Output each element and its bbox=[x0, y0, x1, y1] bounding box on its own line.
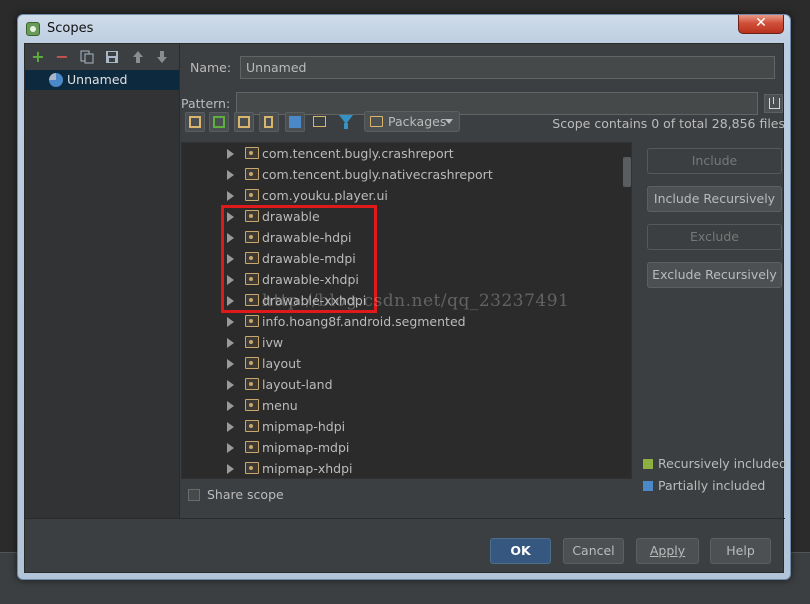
share-scope-label: Share scope bbox=[207, 487, 284, 502]
title-bar[interactable]: Scopes ✕ bbox=[18, 15, 790, 43]
tree-row[interactable]: mipmap-mdpi bbox=[182, 437, 631, 458]
legend-swatch-green bbox=[643, 459, 653, 469]
tree-row-label: com.tencent.bugly.crashreport bbox=[262, 146, 454, 161]
cancel-button[interactable]: Cancel bbox=[563, 538, 624, 564]
tree-row-label: mipmap-xhdpi bbox=[262, 461, 353, 476]
tree-row[interactable]: com.tencent.bugly.nativecrashreport bbox=[182, 164, 631, 185]
copy-icon[interactable] bbox=[80, 50, 94, 64]
share-scope-checkbox[interactable] bbox=[188, 489, 200, 501]
package-folder-icon bbox=[245, 462, 259, 474]
watermark: http://blog.csdn.net/qq_23237491 bbox=[262, 291, 570, 311]
dialog-content: + − Unnamed Name: Unnamed Pattern: Packa… bbox=[24, 43, 787, 573]
filter-icon[interactable] bbox=[339, 115, 353, 129]
package-folder-icon bbox=[245, 147, 259, 159]
tree-row-label: com.tencent.bugly.nativecrashreport bbox=[262, 167, 493, 182]
packages-folder-icon bbox=[370, 116, 383, 127]
expand-arrow-icon[interactable] bbox=[227, 401, 234, 411]
tree-row[interactable]: com.youku.player.ui bbox=[182, 185, 631, 206]
add-icon[interactable]: + bbox=[31, 49, 45, 65]
expand-arrow-icon[interactable] bbox=[227, 359, 234, 369]
save-icon[interactable] bbox=[105, 50, 119, 64]
tree-row-label: info.hoang8f.android.segmented bbox=[262, 314, 466, 329]
move-up-icon[interactable] bbox=[131, 50, 145, 64]
package-folder-icon bbox=[245, 378, 259, 390]
move-down-icon[interactable] bbox=[155, 50, 169, 64]
android-studio-icon bbox=[26, 22, 40, 36]
include-button[interactable]: Include bbox=[647, 148, 782, 174]
tree-row-label: com.youku.player.ui bbox=[262, 188, 388, 203]
show-module-groups-icon[interactable] bbox=[234, 112, 254, 132]
tree-row-label: ivw bbox=[262, 335, 284, 350]
name-label: Name: bbox=[190, 60, 232, 75]
flatten-packages-icon[interactable] bbox=[185, 112, 205, 132]
tree-row-label: mipmap-hdpi bbox=[262, 419, 346, 434]
exclude-button[interactable]: Exclude bbox=[647, 224, 782, 250]
tree-row-label: layout-land bbox=[262, 377, 333, 392]
tree-row[interactable]: com.tencent.bugly.crashreport bbox=[182, 143, 631, 164]
tree-row[interactable]: menu bbox=[182, 395, 631, 416]
footer-divider bbox=[25, 518, 785, 519]
window-title: Scopes bbox=[47, 21, 94, 36]
scope-icon bbox=[49, 73, 63, 87]
packages-dropdown[interactable]: Packages bbox=[364, 111, 460, 132]
package-folder-icon bbox=[245, 168, 259, 180]
legend-recursive-label: Recursively included bbox=[658, 456, 787, 471]
exclude-recursively-button[interactable]: Exclude Recursively bbox=[647, 262, 782, 288]
tree-row[interactable]: mipmap-xhdpi bbox=[182, 458, 631, 478]
tree-row-label: mipmap-mdpi bbox=[262, 440, 350, 455]
scope-list-pane: + − Unnamed bbox=[25, 44, 180, 518]
tree-toolbar: Packages Scope contains 0 of total 28,85… bbox=[181, 108, 785, 134]
package-folder-icon bbox=[245, 189, 259, 201]
package-folder-icon bbox=[245, 420, 259, 432]
help-button[interactable]: Help bbox=[710, 538, 771, 564]
expand-arrow-icon[interactable] bbox=[227, 422, 234, 432]
expand-arrow-icon[interactable] bbox=[227, 338, 234, 348]
scope-item-label: Unnamed bbox=[67, 72, 128, 87]
tree-scrollbar[interactable] bbox=[623, 157, 631, 187]
tree-row[interactable]: layout-land bbox=[182, 374, 631, 395]
expand-arrow-icon[interactable] bbox=[227, 170, 234, 180]
apply-button[interactable]: Apply bbox=[636, 538, 699, 564]
scope-editor: Name: Unnamed Pattern: Packages Scope co… bbox=[181, 44, 787, 518]
tree-row[interactable]: info.hoang8f.android.segmented bbox=[182, 311, 631, 332]
include-recursively-button[interactable]: Include Recursively bbox=[647, 186, 782, 212]
scope-list: Unnamed bbox=[25, 70, 179, 518]
ok-button[interactable]: OK bbox=[490, 538, 551, 564]
tree-row[interactable]: mipmap-hdpi bbox=[182, 416, 631, 437]
legend-partial-label: Partially included bbox=[658, 478, 766, 493]
expand-arrow-icon[interactable] bbox=[227, 191, 234, 201]
close-button[interactable]: ✕ bbox=[738, 15, 784, 34]
remove-icon[interactable]: − bbox=[55, 49, 69, 65]
name-field[interactable]: Unnamed bbox=[240, 56, 775, 79]
folder-icon[interactable] bbox=[313, 116, 326, 127]
package-tree[interactable]: com.tencent.bugly.crashreport com.tencent… bbox=[181, 142, 632, 479]
package-folder-icon bbox=[245, 315, 259, 327]
scope-toolbar: + − bbox=[25, 44, 180, 70]
filter-legend-icon[interactable] bbox=[285, 112, 305, 132]
scope-item-unnamed[interactable]: Unnamed bbox=[25, 70, 179, 90]
package-folder-icon bbox=[245, 399, 259, 411]
package-folder-icon bbox=[245, 336, 259, 348]
legend-swatch-blue bbox=[643, 481, 653, 491]
packages-dropdown-label: Packages bbox=[388, 114, 447, 129]
tree-row[interactable]: layout bbox=[182, 353, 631, 374]
package-folder-icon bbox=[245, 357, 259, 369]
tree-row-label: layout bbox=[262, 356, 302, 371]
scopes-dialog: Scopes ✕ + − Unnamed Name: Unnamed Patte… bbox=[17, 14, 791, 580]
chevron-down-icon bbox=[445, 119, 453, 124]
show-modules-icon[interactable] bbox=[209, 112, 229, 132]
package-folder-icon bbox=[245, 441, 259, 453]
scope-info-text: Scope contains 0 of total 28,856 files bbox=[552, 116, 785, 131]
expand-arrow-icon[interactable] bbox=[227, 380, 234, 390]
tree-row[interactable]: ivw bbox=[182, 332, 631, 353]
expand-arrow-icon[interactable] bbox=[227, 464, 234, 474]
show-files-icon[interactable] bbox=[259, 112, 279, 132]
expand-arrow-icon[interactable] bbox=[227, 149, 234, 159]
apply-button-label: Apply bbox=[649, 543, 686, 558]
expand-arrow-icon[interactable] bbox=[227, 317, 234, 327]
tree-row-label: menu bbox=[262, 398, 298, 413]
expand-arrow-icon[interactable] bbox=[227, 443, 234, 453]
